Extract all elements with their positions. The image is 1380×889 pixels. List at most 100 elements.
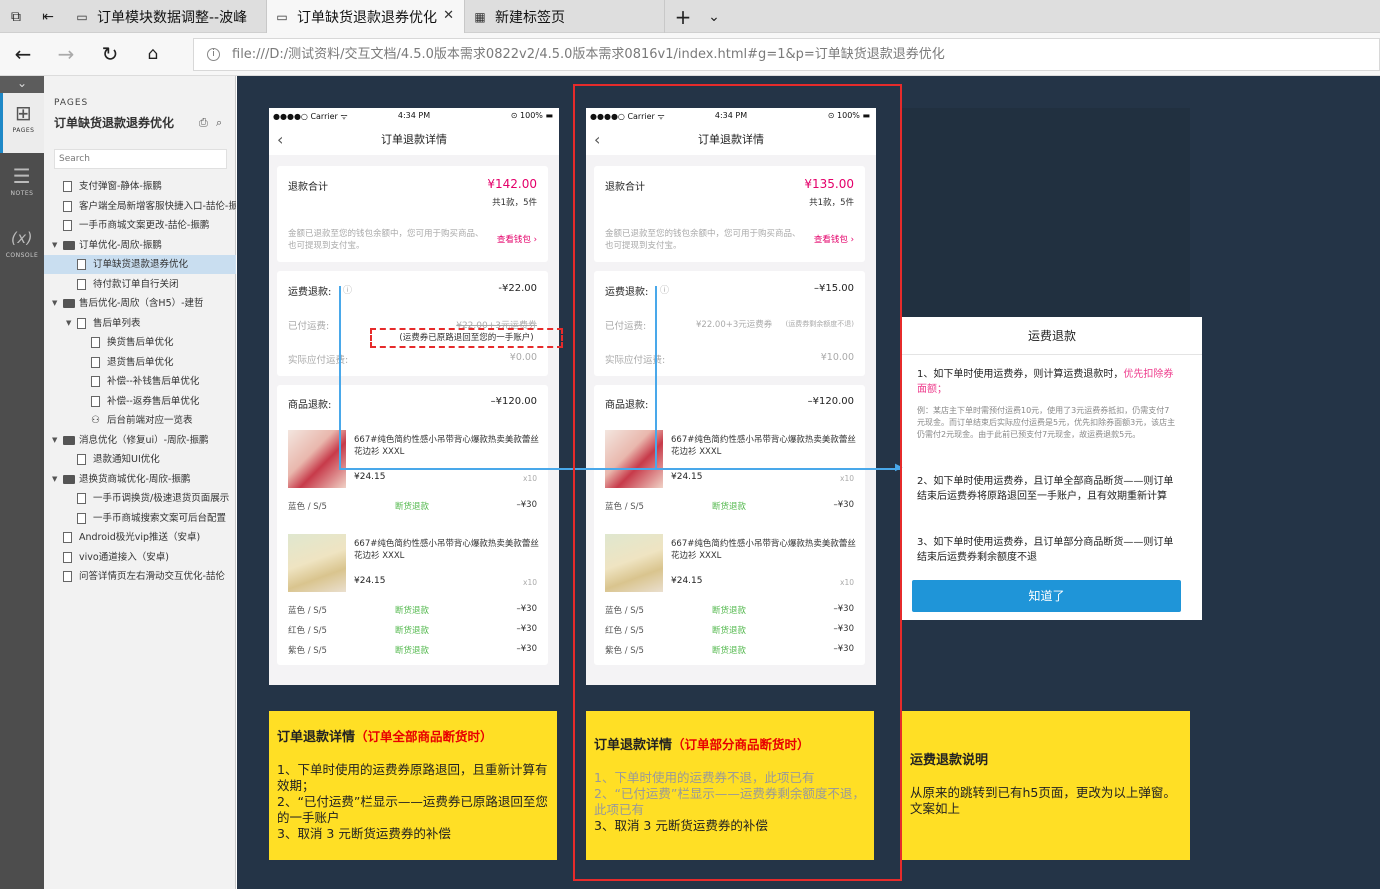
rail-console[interactable]: (x) CONSOLE	[0, 218, 44, 278]
back-arrow-icon[interactable]: ‹	[277, 125, 283, 155]
product-image[interactable]	[288, 430, 346, 488]
expand-arrow-icon[interactable]: ▼	[52, 470, 57, 489]
overlay-mask	[902, 108, 1190, 317]
tree-item[interactable]: 支付弹窗-静体-振鹏	[44, 177, 236, 196]
close-icon[interactable]: ✕	[443, 8, 454, 23]
page-icon: ▭	[76, 9, 88, 24]
variant-amount: –¥30	[516, 500, 537, 510]
tree-item[interactable]: 一手币调换货/极速退货页面展示	[44, 489, 236, 508]
url-field[interactable]: i file:///D:/测试资料/交互文档/4.5.0版本需求0822v2/4.…	[193, 38, 1380, 71]
tree-item-label: 补偿--返券售后单优化	[107, 395, 200, 407]
tree-item[interactable]: ▼ 订单优化-周欣-振鹏	[44, 236, 236, 255]
console-icon: (x)	[10, 229, 34, 247]
expand-arrow-icon[interactable]: ▼	[52, 236, 57, 255]
home-icon[interactable]: ⌂	[140, 41, 166, 67]
tree-item[interactable]: 一手币商城搜索文案可后台配置	[44, 509, 236, 528]
page-icon	[63, 200, 72, 212]
refund-total-label: 退款合计	[288, 182, 328, 193]
expand-arrow-icon[interactable]: ▼	[66, 314, 71, 333]
tree-item[interactable]: ▼ 消息优化（修复ui）-周欣-振鹏	[44, 431, 236, 450]
tree-item-label: 一手币商城文案更改-喆伦-振鹏	[79, 220, 210, 231]
modal-rule-2: 2、如下单时使用运费券，且订单全部商品断货——则订单结束后运费券将原路退回至一手…	[917, 476, 1174, 502]
chevron-down-icon[interactable]: ⌄	[698, 0, 730, 33]
tree-item[interactable]: 待付款订单自行关闭	[44, 275, 236, 294]
connector-line	[339, 286, 341, 470]
tab-new-tab[interactable]: ▦ 新建标签页	[465, 0, 665, 33]
rail-notes[interactable]: ☰ NOTES	[0, 156, 44, 216]
modal-example: 例：某店主下单时需预付运费10元，使用了3元运费券抵扣，仍需支付7元现金。而订单…	[917, 406, 1176, 439]
tree-item[interactable]: vivo通道接入（安卓)	[44, 548, 236, 567]
question-icon[interactable]: ⓘ	[343, 283, 352, 296]
folder-icon	[63, 435, 75, 445]
tree-item-label: 退款通知UI优化	[93, 454, 160, 465]
tree-item[interactable]: 退款通知UI优化	[44, 450, 236, 469]
page-icon	[63, 220, 72, 231]
note-line-existing: 1、下单时使用的运费券不退，此项已有	[594, 770, 815, 785]
info-icon[interactable]: i	[207, 48, 220, 61]
tab-order-module[interactable]: ▭ 订单模块数据调整--波峰	[67, 0, 267, 33]
goods-card: 商品退款: –¥120.00 667#纯色简约性感小吊带背心爆款热卖美款蕾丝花边…	[277, 385, 548, 665]
product-price: ¥24.15	[354, 472, 386, 482]
collapse-icon[interactable]: ⌄	[0, 76, 44, 93]
refresh-icon[interactable]: ↻	[97, 41, 123, 67]
tree-item[interactable]: ▼ 退换货商城优化-周欣-振鹏	[44, 470, 236, 489]
tree-item[interactable]: 换货售后单优化	[44, 333, 236, 352]
forward-icon[interactable]: →	[53, 41, 79, 67]
tree-item-label: 退换货商城优化-周欣-振鹏	[79, 473, 191, 485]
variant-amount: –¥30	[516, 644, 537, 654]
tree-item[interactable]: 一手币商城文案更改-喆伦-振鹏	[44, 216, 236, 235]
address-bar: ← → ↻ ⌂ i file:///D:/测试资料/交互文档/4.5.0版本需求0…	[0, 33, 1380, 76]
expand-arrow-icon[interactable]: ▼	[52, 294, 57, 313]
product-price: ¥24.15	[354, 576, 386, 586]
rail-pages-label: PAGES	[12, 127, 35, 134]
refund-total-card: 退款合计 ¥142.00 共1款，5件 金额已退款至您的钱包余额中，您可用于购买…	[277, 166, 548, 262]
tree-item-label: 待付款订单自行关闭	[93, 278, 179, 290]
tree-item[interactable]: 客户端全局新增客服快捷入口-喆伦-振	[44, 197, 236, 216]
page-icon	[63, 551, 72, 563]
new-tab-icon[interactable]: +	[667, 0, 699, 33]
tree-item[interactable]: 订单缺货退款退券优化	[44, 255, 236, 274]
expand-arrow-icon[interactable]: ▼	[52, 431, 57, 450]
set-aside-tabs-icon[interactable]: ⇤	[32, 0, 64, 33]
pages-sidebar: PAGES 订单缺货退款退券优化 ⎙ ⌕ Search 支付弹窗-静体-振鹏 客户…	[44, 76, 236, 889]
search-input[interactable]: Search	[54, 149, 227, 169]
shipping-value: -¥22.00	[498, 283, 537, 294]
variant-amount: –¥30	[516, 604, 537, 614]
tree-item-label: 退货售后单优化	[107, 356, 174, 368]
note-full-stockout: 订单退款详情（订单全部商品断货时） 1、下单时使用的运费券原路退回，且重新计算有…	[269, 711, 557, 860]
sidebar-pages-label: PAGES	[54, 98, 89, 108]
search-icon[interactable]: ⌕	[216, 116, 222, 130]
coupon-returned-annotation: (运费券已原路退回至您的一手账户)	[370, 328, 563, 348]
prototype-canvas: ●●●●○ Carrier ᯤ 4:34 PM ⊙ 100% ▬ ‹ 订单退款详…	[237, 76, 1380, 889]
variant-amount: –¥30	[516, 624, 537, 634]
product-qty: x10	[523, 474, 537, 483]
tree-item-label: 售后单列表	[93, 317, 141, 329]
export-icon[interactable]: ⎙	[199, 116, 208, 130]
tree-item[interactable]: 补偿--返券售后单优化	[44, 392, 236, 411]
note-title: 运费退款说明	[910, 753, 989, 768]
tree-item[interactable]: 补偿--补钱售后单优化	[44, 372, 236, 391]
tree-item[interactable]: ▼ 售后单列表	[44, 314, 236, 333]
tree-item-label: 一手币调换货/极速退货页面展示	[93, 493, 230, 504]
page-icon: ▭	[276, 9, 288, 24]
tree-item[interactable]: ▼ 售后优化-周欣（含H5）-建哲	[44, 294, 236, 313]
product-qty: x10	[523, 578, 537, 587]
tree-item[interactable]: ⚇ 后台前端对应一览表	[44, 411, 236, 430]
tree-item-label: Android极光vip推送（安卓)	[79, 532, 201, 543]
tree-item[interactable]: 问答详情页左右滑动交互优化-喆伦	[44, 567, 236, 586]
view-wallet-link[interactable]: 查看钱包 ›	[497, 233, 537, 245]
tree-item[interactable]: Android极光vip推送（安卓)	[44, 528, 236, 547]
note-title: 订单退款详情	[277, 730, 356, 745]
page-icon	[63, 571, 72, 582]
rail-pages[interactable]: ⊞ PAGES	[0, 93, 44, 153]
refund-total-amount: ¥142.00	[487, 177, 537, 191]
variant: 红色 / S/5	[288, 626, 327, 636]
back-icon[interactable]: ←	[10, 41, 36, 67]
product-image[interactable]	[288, 534, 346, 592]
got-it-button[interactable]: 知道了	[912, 580, 1181, 612]
note-title: 订单退款详情	[594, 738, 673, 753]
tree-item[interactable]: 退货售后单优化	[44, 353, 236, 372]
tab-label: 订单模块数据调整--波峰	[97, 9, 248, 26]
tab-actions-icon[interactable]: ⧉	[0, 0, 32, 33]
tab-current[interactable]: ▭ 订单缺货退款退券优化 ✕	[267, 0, 465, 33]
